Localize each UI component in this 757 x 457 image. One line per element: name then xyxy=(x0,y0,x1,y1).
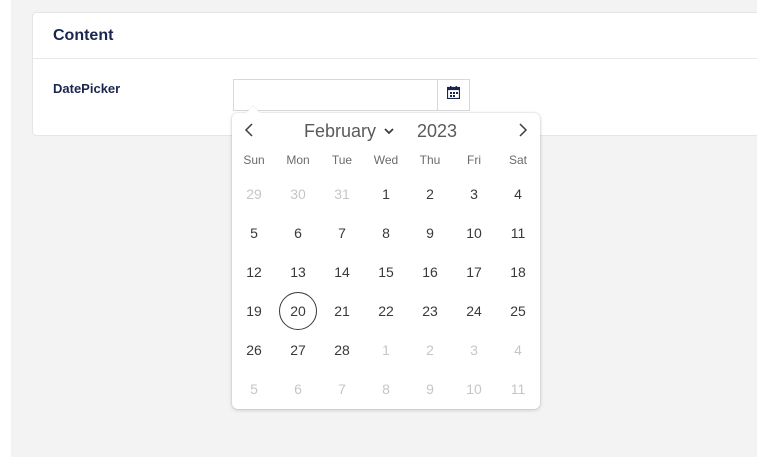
day-cell[interactable]: 9 xyxy=(411,370,449,408)
calendar-icon xyxy=(446,86,461,104)
datepicker-label: DatePicker xyxy=(53,81,121,96)
weekday-header: Sun Mon Tue Wed Thu Fri Sat xyxy=(232,153,540,169)
date-input[interactable] xyxy=(234,80,437,110)
weekday-label: Fri xyxy=(467,153,481,167)
day-cell[interactable]: 22 xyxy=(367,292,405,330)
day-cell[interactable]: 2 xyxy=(411,175,449,213)
day-cell[interactable]: 5 xyxy=(235,214,273,252)
day-cell[interactable]: 23 xyxy=(411,292,449,330)
weekday-label: Tue xyxy=(331,153,353,167)
day-cell[interactable]: 25 xyxy=(499,292,537,330)
weekday-label: Sun xyxy=(243,153,265,167)
day-cell[interactable]: 31 xyxy=(323,175,361,213)
day-cell[interactable]: 28 xyxy=(323,331,361,369)
day-cell[interactable]: 11 xyxy=(499,214,537,252)
chevron-right-icon xyxy=(518,122,528,142)
day-cell[interactable]: 17 xyxy=(455,253,493,291)
chevron-left-icon xyxy=(244,122,254,142)
day-cell[interactable]: 21 xyxy=(323,292,361,330)
weekday-label: Wed xyxy=(373,153,399,167)
day-cell[interactable]: 30 xyxy=(279,175,317,213)
day-cell[interactable]: 26 xyxy=(235,331,273,369)
day-cell[interactable]: 15 xyxy=(367,253,405,291)
day-cell[interactable]: 8 xyxy=(367,370,405,408)
popup-arrow xyxy=(246,106,260,113)
day-cell[interactable]: 6 xyxy=(279,370,317,408)
day-cell[interactable]: 2 xyxy=(411,331,449,369)
day-cell[interactable]: 10 xyxy=(455,214,493,252)
day-cell[interactable]: 8 xyxy=(367,214,405,252)
chevron-down-icon xyxy=(384,122,394,140)
day-cell[interactable]: 4 xyxy=(499,175,537,213)
day-cell[interactable]: 13 xyxy=(279,253,317,291)
day-cell[interactable]: 19 xyxy=(235,292,273,330)
day-cell[interactable]: 3 xyxy=(455,331,493,369)
calendar-popup: February 2023 Sun Mon Tue Wed Thu Fri Sat 29 30… xyxy=(232,106,540,409)
weekday-label: Sat xyxy=(508,153,527,167)
datepicker-field xyxy=(233,79,470,111)
day-cell[interactable]: 3 xyxy=(455,175,493,213)
month-name: February xyxy=(304,120,377,141)
month-nav: February 2023 xyxy=(232,119,540,143)
panel-title: Content xyxy=(53,26,114,44)
day-cell[interactable]: 14 xyxy=(323,253,361,291)
day-cell[interactable]: 7 xyxy=(323,370,361,408)
calendar-button[interactable] xyxy=(437,80,469,110)
next-month-button[interactable] xyxy=(514,122,532,142)
day-cell[interactable]: 16 xyxy=(411,253,449,291)
month-dropdown[interactable]: February xyxy=(304,119,394,143)
weekday-label: Thu xyxy=(419,153,441,167)
day-cell[interactable]: 27 xyxy=(279,331,317,369)
day-cell[interactable]: 1 xyxy=(367,331,405,369)
prev-month-button[interactable] xyxy=(240,122,258,142)
day-cell[interactable]: 5 xyxy=(235,370,273,408)
day-cell[interactable]: 9 xyxy=(411,214,449,252)
day-cell[interactable]: 4 xyxy=(499,331,537,369)
day-cell[interactable]: 24 xyxy=(455,292,493,330)
panel-header: Content xyxy=(33,13,757,59)
year-input[interactable]: 2023 xyxy=(417,119,457,143)
day-cell[interactable]: 12 xyxy=(235,253,273,291)
day-cell[interactable]: 11 xyxy=(499,370,537,408)
weekday-label: Mon xyxy=(286,153,310,167)
day-cell[interactable]: 6 xyxy=(279,214,317,252)
day-cell[interactable]: 1 xyxy=(367,175,405,213)
day-cell[interactable]: 7 xyxy=(323,214,361,252)
day-cell-today[interactable]: 20 xyxy=(279,292,317,330)
day-cell[interactable]: 18 xyxy=(499,253,537,291)
day-cell[interactable]: 29 xyxy=(235,175,273,213)
day-cell[interactable]: 10 xyxy=(455,370,493,408)
